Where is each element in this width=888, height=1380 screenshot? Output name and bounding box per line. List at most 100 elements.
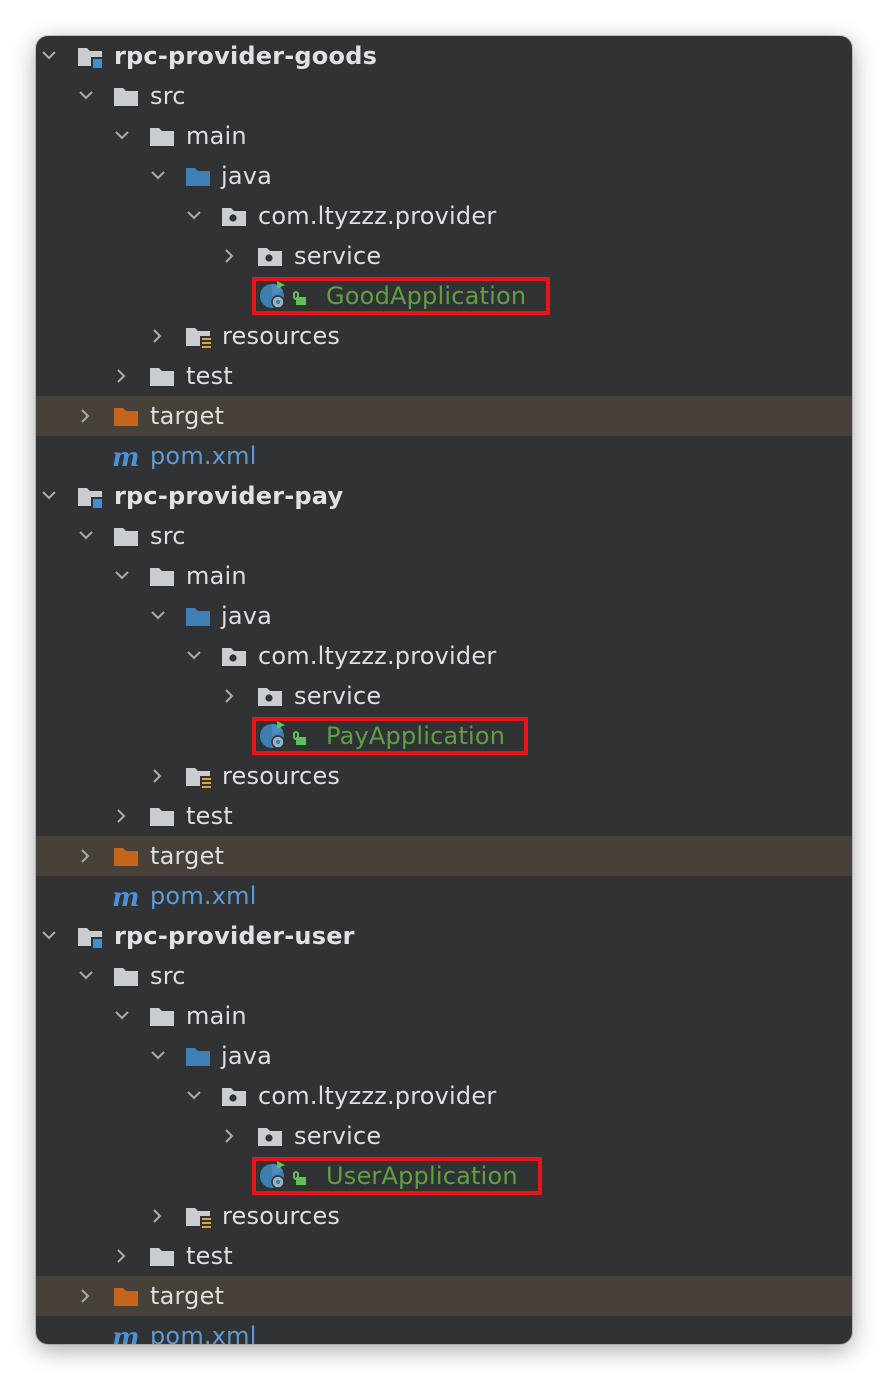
resources-folder-icon [184, 1204, 212, 1229]
main-folder-node[interactable]: main [36, 996, 852, 1036]
chevron-right-icon[interactable] [111, 796, 131, 836]
main-folder-node[interactable]: main [36, 556, 852, 596]
chevron-down-icon[interactable] [75, 516, 95, 556]
folder-label: test [186, 1242, 233, 1270]
folder-icon [148, 1244, 176, 1268]
chevron-right-icon[interactable] [75, 1276, 95, 1316]
application-class-node[interactable]: PayApplication [36, 716, 852, 756]
target-folder-node[interactable]: target [36, 396, 852, 436]
test-folder-node[interactable]: test [36, 1236, 852, 1276]
chevron-right-icon[interactable] [111, 356, 131, 396]
pom-file-node[interactable]: m pom.xml [36, 1316, 852, 1344]
module-node[interactable]: rpc-provider-goods [36, 36, 852, 76]
chevron-down-icon[interactable] [183, 636, 203, 676]
package-node[interactable]: com.ltyzzz.provider [36, 636, 852, 676]
resources-folder-node[interactable]: resources [36, 1196, 852, 1236]
folder-label: java [221, 162, 273, 190]
folder-label: target [150, 842, 225, 870]
chevron-down-icon[interactable] [38, 916, 58, 956]
chevron-down-icon[interactable] [38, 36, 58, 76]
folder-icon [112, 524, 140, 548]
target-folder-node[interactable]: target [36, 1276, 852, 1316]
chevron-right-icon[interactable] [147, 316, 167, 356]
test-folder-node[interactable]: test [36, 796, 852, 836]
module-node[interactable]: rpc-provider-user [36, 916, 852, 956]
svg-text:m: m [112, 1325, 140, 1344]
folder-icon [148, 804, 176, 828]
chevron-right-icon[interactable] [219, 676, 239, 716]
source-root-folder-icon [184, 1044, 212, 1068]
service-package-node[interactable]: service [36, 676, 852, 716]
highlight-box [252, 277, 550, 315]
chevron-down-icon[interactable] [38, 476, 58, 516]
chevron-down-icon[interactable] [111, 556, 131, 596]
module-folder-icon [76, 924, 104, 948]
src-folder-node[interactable]: src [36, 956, 852, 996]
module-name: rpc-provider-user [114, 922, 355, 950]
package-label: service [294, 682, 382, 710]
chevron-right-icon[interactable] [219, 236, 239, 276]
folder-icon [148, 364, 176, 388]
package-icon [220, 1084, 248, 1108]
application-class-node[interactable]: UserApplication [36, 1156, 852, 1196]
folder-icon [112, 84, 140, 108]
pom-file-node[interactable]: m pom.xml [36, 436, 852, 476]
folder-label: resources [222, 322, 341, 350]
resources-folder-node[interactable]: resources [36, 316, 852, 356]
package-node[interactable]: com.ltyzzz.provider [36, 1076, 852, 1116]
package-icon [256, 244, 284, 268]
chevron-right-icon[interactable] [219, 1116, 239, 1156]
chevron-down-icon[interactable] [147, 1036, 167, 1076]
package-icon [220, 204, 248, 228]
java-folder-node[interactable]: java [36, 596, 852, 636]
package-label: com.ltyzzz.provider [258, 1082, 497, 1110]
svg-text:m: m [112, 445, 140, 469]
test-folder-node[interactable]: test [36, 356, 852, 396]
folder-label: src [150, 522, 186, 550]
chevron-right-icon[interactable] [147, 756, 167, 796]
resources-folder-node[interactable]: resources [36, 756, 852, 796]
highlight-box [252, 1157, 542, 1195]
folder-label: test [186, 362, 233, 390]
chevron-down-icon[interactable] [183, 1076, 203, 1116]
main-folder-node[interactable]: main [36, 116, 852, 156]
src-folder-node[interactable]: src [36, 516, 852, 556]
application-class-node[interactable]: GoodApplication [36, 276, 852, 316]
chevron-down-icon[interactable] [147, 596, 167, 636]
excluded-folder-icon [112, 404, 140, 428]
chevron-right-icon[interactable] [147, 1196, 167, 1236]
pom-file-label: pom.xml [150, 1322, 257, 1344]
source-root-folder-icon [184, 164, 212, 188]
project-tree: rpc-provider-goods src main java com.ltyzzz.… [36, 36, 852, 1344]
java-folder-node[interactable]: java [36, 1036, 852, 1076]
module-folder-icon [76, 44, 104, 68]
folder-label: main [186, 122, 247, 150]
chevron-down-icon[interactable] [183, 196, 203, 236]
module-name: rpc-provider-goods [114, 42, 378, 70]
package-node[interactable]: com.ltyzzz.provider [36, 196, 852, 236]
src-folder-node[interactable]: src [36, 76, 852, 116]
folder-label: java [221, 1042, 273, 1070]
target-folder-node[interactable]: target [36, 836, 852, 876]
chevron-down-icon[interactable] [111, 996, 131, 1036]
chevron-right-icon[interactable] [75, 836, 95, 876]
java-folder-node[interactable]: java [36, 156, 852, 196]
service-package-node[interactable]: service [36, 1116, 852, 1156]
chevron-down-icon[interactable] [111, 116, 131, 156]
chevron-down-icon[interactable] [147, 156, 167, 196]
folder-label: resources [222, 1202, 341, 1230]
module-node[interactable]: rpc-provider-pay [36, 476, 852, 516]
maven-icon: m [112, 1323, 146, 1344]
resources-folder-icon [184, 764, 212, 789]
folder-label: src [150, 82, 186, 110]
package-icon [256, 1124, 284, 1148]
chevron-right-icon[interactable] [75, 396, 95, 436]
source-root-folder-icon [184, 604, 212, 628]
chevron-down-icon[interactable] [75, 956, 95, 996]
chevron-right-icon[interactable] [111, 1236, 131, 1276]
service-package-node[interactable]: service [36, 236, 852, 276]
pom-file-node[interactable]: m pom.xml [36, 876, 852, 916]
chevron-down-icon[interactable] [75, 76, 95, 116]
folder-label: main [186, 1002, 247, 1030]
folder-label: main [186, 562, 247, 590]
